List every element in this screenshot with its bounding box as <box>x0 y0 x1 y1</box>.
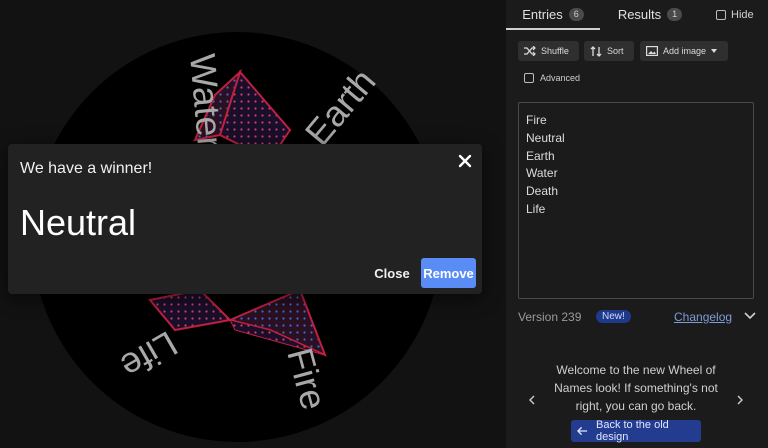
entry-line: Death <box>526 184 559 199</box>
chevron-left-icon[interactable] <box>528 395 536 405</box>
advanced-toggle[interactable]: Advanced <box>524 73 580 83</box>
add-image-button[interactable]: Add image <box>640 41 728 61</box>
close-button[interactable]: Close <box>370 258 414 288</box>
results-count-badge: 1 <box>667 7 683 21</box>
wheel-label-water: Water <box>182 52 231 150</box>
close-icon[interactable] <box>458 154 472 168</box>
shuffle-label: Shuffle <box>541 46 569 56</box>
tab-results-label: Results <box>617 6 662 22</box>
entries-count-badge: 6 <box>568 7 584 21</box>
entry-line: Earth <box>526 148 555 163</box>
dialog-title: We have a winner! <box>20 160 153 177</box>
entry-line: Fire <box>526 113 547 127</box>
advanced-label: Advanced <box>540 73 581 83</box>
remove-button[interactable]: Remove <box>421 258 476 288</box>
add-image-label: Add image <box>663 46 707 56</box>
hide-label: Hide <box>731 9 754 21</box>
sort-icon <box>590 45 602 57</box>
tab-results[interactable]: Results 1 <box>600 0 700 28</box>
back-button-label: Back to the old design <box>595 419 669 443</box>
sort-button[interactable]: Sort <box>584 41 634 61</box>
hide-toggle[interactable]: Hide <box>716 9 754 21</box>
winner-name: Neutral <box>20 202 137 243</box>
entry-line: Life <box>526 201 546 216</box>
welcome-carousel: Welcome to the new Wheel of Names look! … <box>506 355 768 445</box>
caret-down-icon <box>711 49 718 53</box>
sort-label: Sort <box>607 46 624 56</box>
welcome-message: Welcome to the new Wheel of Names look! … <box>554 363 718 414</box>
shuffle-icon <box>524 46 536 56</box>
changelog-link[interactable]: Changelog <box>674 310 732 324</box>
entry-line: Neutral <box>526 130 565 145</box>
entry-line: Water <box>526 166 558 181</box>
entries-textarea[interactable]: Fire Neutral Earth Water Death Life <box>518 102 754 299</box>
back-to-old-design-button[interactable]: Back to the old design <box>571 419 701 443</box>
hide-checkbox[interactable] <box>716 10 726 20</box>
tab-entries[interactable]: Entries 6 <box>506 0 600 30</box>
tab-bar: Entries 6 Results 1 Hide <box>506 0 768 30</box>
arrow-left-icon <box>577 426 588 436</box>
version-row: Version 239 New! Changelog <box>518 310 756 326</box>
shuffle-button[interactable]: Shuffle <box>518 41 579 61</box>
new-badge: New! <box>596 310 631 323</box>
advanced-checkbox[interactable] <box>524 73 534 83</box>
winner-dialog: We have a winner! Neutral Close Remove <box>8 144 482 294</box>
chevron-right-icon[interactable] <box>736 395 744 405</box>
tab-entries-label: Entries <box>522 6 563 22</box>
chevron-down-icon[interactable] <box>744 312 756 320</box>
version-text: Version 239 <box>518 310 582 324</box>
image-icon <box>646 46 658 56</box>
